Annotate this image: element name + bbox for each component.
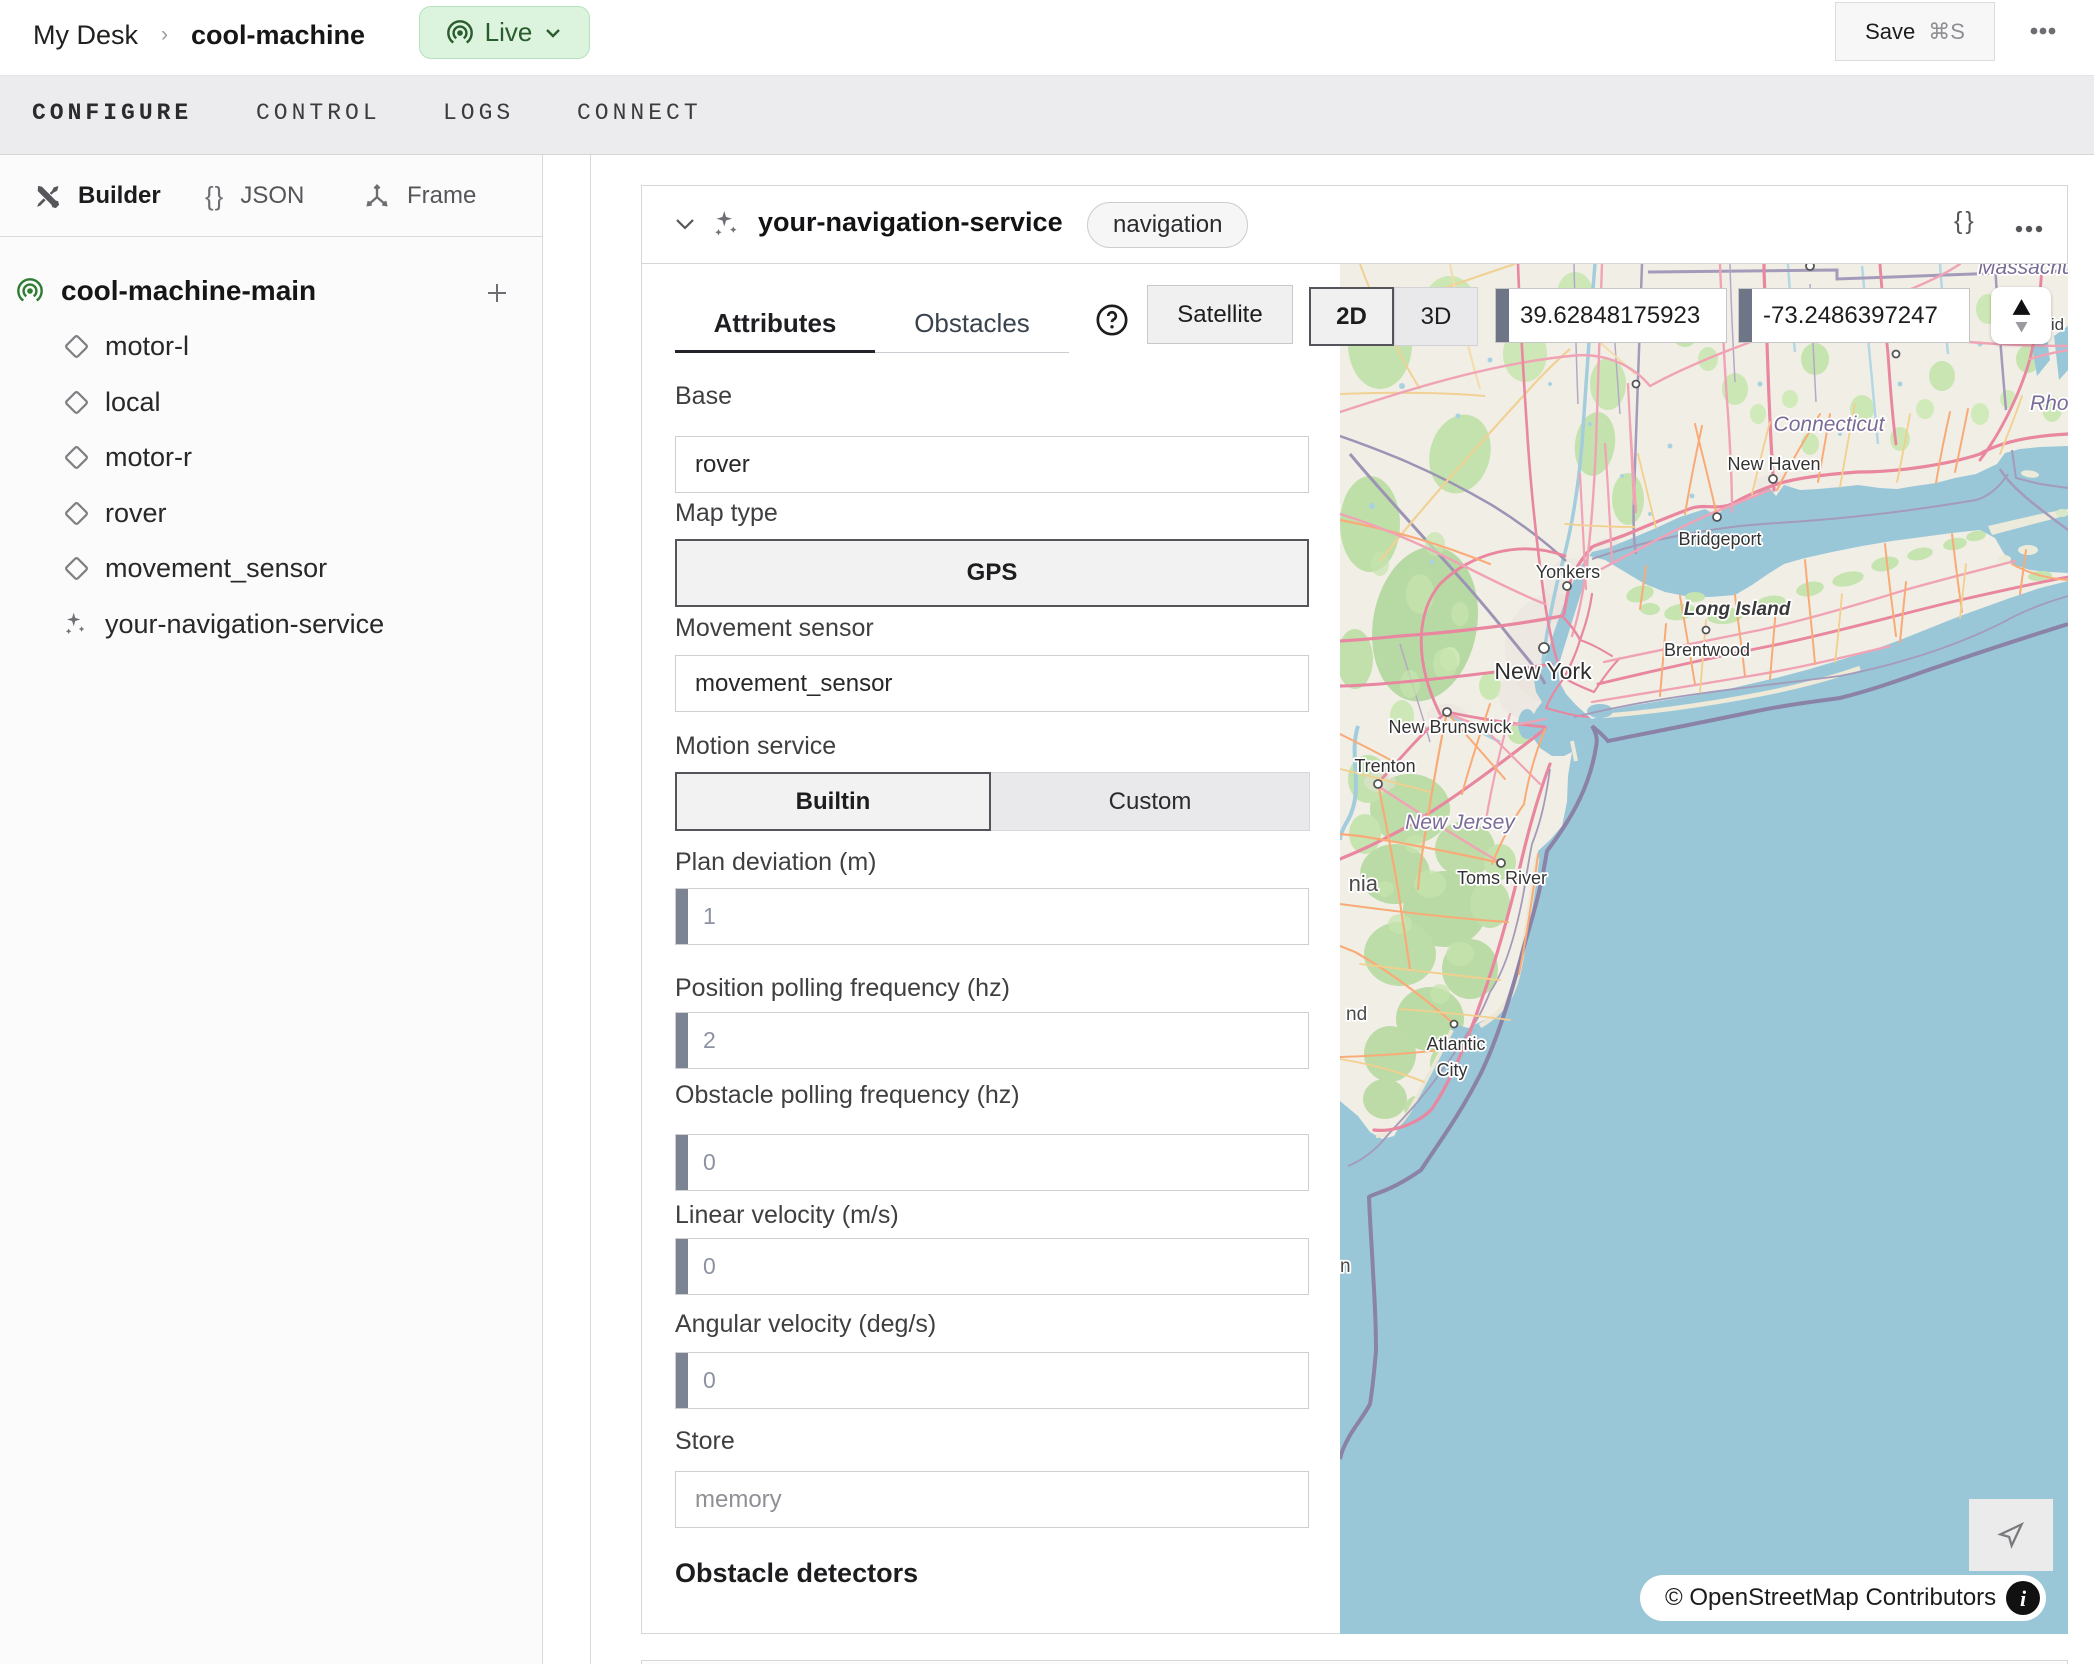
svg-text:New York: New York xyxy=(1494,658,1592,684)
svg-text:n: n xyxy=(1340,1256,1351,1277)
svg-text:Massachus: Massachus xyxy=(1978,264,2068,279)
svg-text:New Brunswick: New Brunswick xyxy=(1388,717,1512,737)
svg-text:Atlantic: Atlantic xyxy=(1426,1034,1485,1054)
svg-text:Brentwood: Brentwood xyxy=(1664,640,1750,660)
svg-text:Yonkers: Yonkers xyxy=(1536,562,1600,582)
svg-text:Bridgeport: Bridgeport xyxy=(1678,529,1761,549)
svg-text:Trenton: Trenton xyxy=(1354,756,1415,776)
svg-text:i: i xyxy=(2020,1586,2027,1611)
svg-text:City: City xyxy=(1437,1060,1468,1080)
svg-text:New Jersey: New Jersey xyxy=(1405,811,1516,834)
svg-text:Rhode: Rhode xyxy=(2030,392,2068,415)
svg-text:Connecticut: Connecticut xyxy=(1774,413,1886,436)
svg-text:nd: nd xyxy=(1346,1004,1367,1025)
svg-text:Long Island: Long Island xyxy=(1684,599,1791,620)
svg-text:nia: nia xyxy=(1349,871,1379,896)
svg-text:New Haven: New Haven xyxy=(1727,454,1820,474)
svg-text:Toms River: Toms River xyxy=(1457,868,1547,888)
